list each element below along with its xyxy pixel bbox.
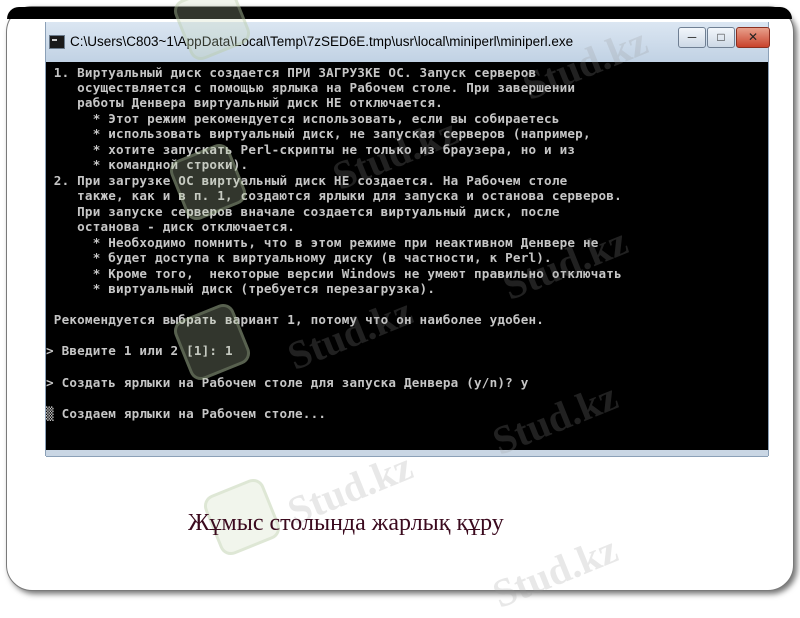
console-line: * Этот режим рекомендуется использовать,…: [46, 111, 560, 126]
console-line: * виртуальный диск (требуется перезагруз…: [46, 281, 436, 296]
console-line: * Кроме того, некоторые версии Windows н…: [46, 266, 622, 281]
console-output[interactable]: 1. Виртуальный диск создается ПРИ ЗАГРУЗ…: [46, 62, 768, 450]
maximize-button[interactable]: □: [707, 27, 735, 48]
console-window[interactable]: C:\Users\C803~1\AppData\Local\Temp\7zSED…: [45, 22, 770, 457]
window-titlebar[interactable]: C:\Users\C803~1\AppData\Local\Temp\7zSED…: [46, 22, 770, 62]
console-prompt-line: > Создать ярлыки на Рабочем столе для за…: [46, 375, 529, 390]
console-line: Рекомендуется выбрать вариант 1, потому …: [46, 312, 545, 327]
console-line: ▒ Создаем ярлыки на Рабочем столе...: [46, 406, 327, 421]
console-line: * хотите запускать Perl-скрипты не тольк…: [46, 142, 576, 157]
console-line: * будет доступа к виртуальному диску (в …: [46, 250, 552, 265]
console-line: 2. При загрузке ОС виртуальный диск НЕ с…: [46, 173, 568, 188]
console-line: осуществляется с помощью ярлыка на Рабоч…: [46, 80, 576, 95]
minimize-button[interactable]: ─: [678, 27, 706, 48]
console-line: также, как и в п. 1, создаются ярлыки дл…: [46, 188, 622, 203]
console-line: * использовать виртуальный диск, не запу…: [46, 126, 591, 141]
console-line: работы Денвера виртуальный диск НЕ отклю…: [46, 95, 443, 110]
window-bottom-border: [46, 450, 768, 457]
console-line: останова - диск отключается.: [46, 219, 296, 234]
slide-caption: Жұмыс столында жарлық құру: [188, 510, 504, 536]
slide-top-band: [7, 7, 792, 19]
console-line: * Необходимо помнить, что в этом режиме …: [46, 235, 599, 250]
console-line: 1. Виртуальный диск создается ПРИ ЗАГРУЗ…: [46, 65, 537, 80]
window-title: C:\Users\C803~1\AppData\Local\Temp\7zSED…: [70, 34, 574, 49]
close-button[interactable]: ✕: [736, 27, 770, 48]
console-line: При запуске серверов вначале создается в…: [46, 204, 560, 219]
console-app-icon: [49, 35, 65, 49]
